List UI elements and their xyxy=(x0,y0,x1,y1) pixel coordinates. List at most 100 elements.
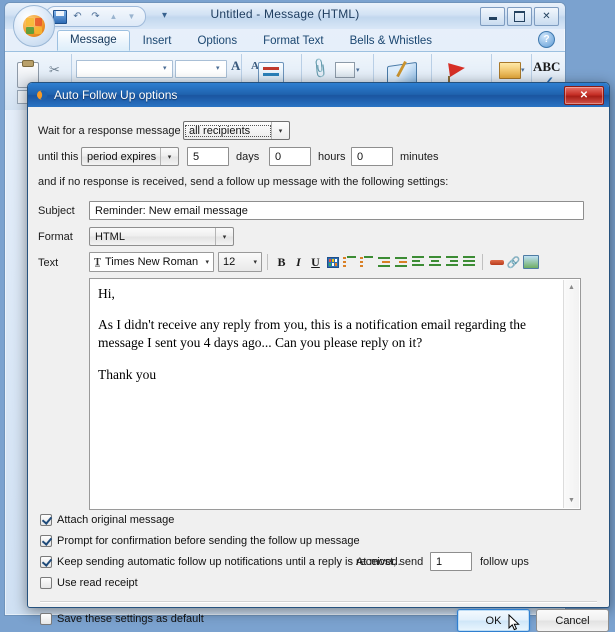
follow-up-count-input[interactable]: 1 xyxy=(430,552,472,571)
minutes-input[interactable]: 0 xyxy=(351,147,393,166)
chevron-down-icon[interactable]: ▾ xyxy=(163,64,167,72)
dialog-titlebar: Auto Follow Up options ✕ xyxy=(28,83,609,107)
no-response-label: and if no response is received, send a f… xyxy=(38,176,449,188)
font-icon: T̲ xyxy=(94,256,101,268)
recipients-dropdown[interactable]: all recipients ▾ xyxy=(183,121,290,140)
checkbox[interactable] xyxy=(40,535,52,547)
font-name-value: Times New Roman xyxy=(105,256,199,268)
subject-input[interactable]: Reminder: New email message xyxy=(89,201,584,220)
follow-up-flag-icon[interactable] xyxy=(448,60,466,78)
option-label: Save these settings as default xyxy=(57,613,204,625)
font-name-box[interactable] xyxy=(76,60,173,78)
checkbox[interactable] xyxy=(40,514,52,526)
window-controls: ✕ xyxy=(480,7,559,26)
option-label: Keep sending automatic follow up notific… xyxy=(57,556,401,568)
hours-input[interactable]: 0 xyxy=(269,147,311,166)
attach-file-icon[interactable]: 📎 xyxy=(308,57,331,81)
ribbon-tabs: Message Insert Options Format Text Bells… xyxy=(57,29,565,51)
cancel-button[interactable]: Cancel xyxy=(536,609,609,632)
help-icon[interactable]: ? xyxy=(538,31,555,48)
underline-button[interactable]: U xyxy=(307,253,324,271)
office-logo-icon xyxy=(23,15,45,37)
ok-button[interactable]: OK xyxy=(457,609,530,632)
chevron-down-icon[interactable]: ▾ xyxy=(216,64,220,72)
horizontal-rule-icon[interactable] xyxy=(488,253,505,271)
checkbox[interactable] xyxy=(40,613,52,625)
screen: ↶ ↷ ▲ ▼ ▾ Untitled - Message (HTML) ✕ Me… xyxy=(0,0,615,632)
moon-icon xyxy=(36,90,48,100)
format-value: HTML xyxy=(95,230,125,243)
checkbox[interactable] xyxy=(40,556,52,568)
insert-link-icon[interactable]: 🔗 xyxy=(505,253,522,271)
tab-message[interactable]: Message xyxy=(57,30,130,51)
chevron-down-icon[interactable]: ▾ xyxy=(521,66,525,74)
cut-icon[interactable]: ✂ xyxy=(49,62,60,78)
days-input[interactable]: 5 xyxy=(187,147,229,166)
minutes-label: minutes xyxy=(400,151,439,163)
option-use-read-receipt[interactable]: Use read receipt xyxy=(40,577,138,589)
recipients-value: all recipients xyxy=(185,124,271,137)
numbering-icon[interactable] xyxy=(358,253,375,271)
at-most-label: At most, send xyxy=(356,556,424,568)
option-attach-original[interactable]: Attach original message xyxy=(40,514,174,526)
grow-font-icon[interactable]: A xyxy=(231,58,240,74)
days-label: days xyxy=(236,151,260,163)
body-line-1: Hi, xyxy=(98,286,115,301)
scroll-down-icon[interactable]: ▼ xyxy=(564,493,579,508)
align-right-icon[interactable] xyxy=(443,253,460,271)
insert-image-icon[interactable] xyxy=(522,253,539,271)
toolbar-separator xyxy=(482,254,483,270)
bold-button[interactable]: B xyxy=(273,253,290,271)
chevron-down-icon[interactable]: ▾ xyxy=(271,122,289,139)
chevron-down-icon[interactable]: ▾ xyxy=(215,228,233,245)
option-prompt-confirmation[interactable]: Prompt for confirmation before sending t… xyxy=(40,535,360,547)
format-dropdown[interactable]: HTML ▾ xyxy=(89,227,234,246)
option-keep-sending[interactable]: Keep sending automatic follow up notific… xyxy=(40,556,401,568)
message-body-text: Hi, As I didn't receive any reply from y… xyxy=(98,285,560,397)
align-center-icon[interactable] xyxy=(426,253,443,271)
importance-icon[interactable] xyxy=(499,62,521,79)
tab-options[interactable]: Options xyxy=(184,31,250,51)
wait-for-response-label: Wait for a response message from xyxy=(38,125,206,137)
font-name-dropdown[interactable]: T̲ Times New Roman ▾ xyxy=(89,252,214,272)
maximize-button[interactable] xyxy=(507,7,532,26)
increase-indent-icon[interactable] xyxy=(392,253,409,271)
office-button[interactable] xyxy=(13,5,55,47)
close-button[interactable]: ✕ xyxy=(534,7,559,26)
subject-label: Subject xyxy=(38,205,75,217)
option-label: Prompt for confirmation before sending t… xyxy=(57,535,360,547)
auto-follow-up-dialog: Auto Follow Up options ✕ Wait for a resp… xyxy=(27,82,610,632)
message-body-editor[interactable]: Hi, As I didn't receive any reply from y… xyxy=(89,278,581,510)
checkbox[interactable] xyxy=(40,577,52,589)
body-line-2: As I didn't receive any reply from you, … xyxy=(98,317,526,351)
condition-dropdown[interactable]: period expires ▾ xyxy=(81,147,179,166)
bullets-icon[interactable] xyxy=(341,253,358,271)
tab-bells-and-whistles[interactable]: Bells & Whistles xyxy=(337,31,445,51)
option-save-as-default[interactable]: Save these settings as default xyxy=(40,613,204,625)
chevron-down-icon[interactable]: ▾ xyxy=(253,258,257,266)
dialog-close-button[interactable]: ✕ xyxy=(564,86,604,105)
align-left-icon[interactable] xyxy=(409,253,426,271)
text-label: Text xyxy=(38,257,59,269)
decrease-indent-icon[interactable] xyxy=(375,253,392,271)
dialog-title: Auto Follow Up options xyxy=(54,88,178,102)
minimize-button[interactable] xyxy=(480,7,505,26)
font-size-dropdown[interactable]: 12 ▾ xyxy=(218,252,262,272)
body-line-3: Thank you xyxy=(98,366,157,382)
chevron-down-icon[interactable]: ▾ xyxy=(356,66,360,74)
until-this-label: until this xyxy=(38,151,79,163)
window-titlebar: ↶ ↷ ▲ ▼ ▾ Untitled - Message (HTML) ✕ xyxy=(5,3,565,29)
follow-ups-label: follow ups xyxy=(480,556,529,568)
tab-format-text[interactable]: Format Text xyxy=(250,31,337,51)
italic-button[interactable]: I xyxy=(290,253,307,271)
dialog-body: Wait for a response message from all rec… xyxy=(30,107,609,632)
formatting-toolbar: T̲ Times New Roman ▾ 12 ▾ B I U 🔗 xyxy=(89,251,579,273)
attach-item-icon[interactable] xyxy=(335,62,355,78)
tab-insert[interactable]: Insert xyxy=(130,31,185,51)
chevron-down-icon[interactable]: ▾ xyxy=(205,258,209,266)
chevron-down-icon[interactable]: ▾ xyxy=(160,148,178,165)
editor-vertical-scrollbar[interactable]: ▲ ▼ xyxy=(563,280,579,508)
justify-icon[interactable] xyxy=(460,253,477,271)
font-color-icon[interactable] xyxy=(324,253,341,271)
scroll-up-icon[interactable]: ▲ xyxy=(564,280,579,295)
